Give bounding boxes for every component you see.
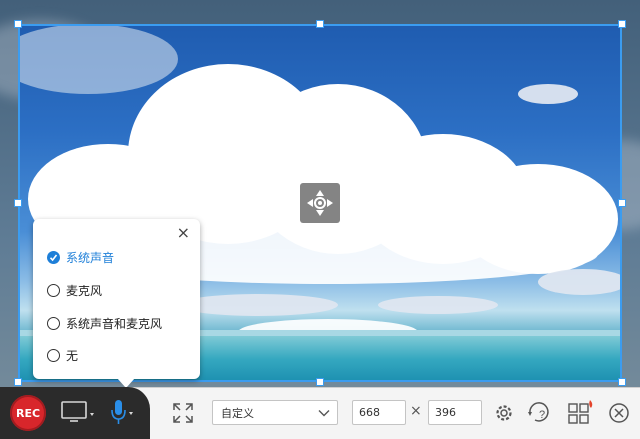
audio-option-system-sound[interactable]: 系统声音 xyxy=(47,249,114,266)
svg-text:?: ? xyxy=(539,409,545,421)
chevron-down-icon xyxy=(318,410,330,417)
rec-button[interactable]: REC xyxy=(10,395,46,431)
close-icon[interactable]: × xyxy=(177,225,190,241)
audio-source-popup: × 系统声音 麦克风 系统声音和麦克风 无 xyxy=(33,219,200,388)
close-toolbar-button[interactable] xyxy=(606,400,632,426)
move-icon xyxy=(307,190,333,216)
resize-handle-right[interactable] xyxy=(618,199,626,207)
resize-handle-top[interactable] xyxy=(316,20,324,28)
radio-icon xyxy=(47,317,60,330)
audio-option-label: 麦克风 xyxy=(66,284,103,298)
capture-mode-select[interactable]: 自定义 xyxy=(212,400,338,425)
resize-handle-bottom-left[interactable] xyxy=(14,378,22,386)
settings-button[interactable] xyxy=(492,401,516,425)
audio-option-none[interactable]: 无 xyxy=(47,347,78,364)
height-input[interactable]: 396 xyxy=(428,400,482,425)
resize-handle-top-right[interactable] xyxy=(618,20,626,28)
capture-mode-value: 自定义 xyxy=(221,406,254,420)
audio-option-microphone[interactable]: 麦克风 xyxy=(47,282,102,299)
move-handle[interactable] xyxy=(300,183,340,223)
grid-icon xyxy=(568,400,593,424)
width-input[interactable]: 668 xyxy=(352,400,406,425)
width-value: 668 xyxy=(359,406,380,419)
audio-option-label: 无 xyxy=(66,349,79,363)
times-symbol: × xyxy=(410,403,422,419)
audio-option-label: 系统声音 xyxy=(66,251,115,265)
microphone-icon xyxy=(111,400,133,424)
audio-option-system-and-microphone[interactable]: 系统声音和麦克风 xyxy=(47,315,162,332)
fullscreen-button[interactable] xyxy=(170,400,196,426)
microphone-button[interactable] xyxy=(108,396,138,428)
radio-icon xyxy=(47,284,60,297)
screen-select-button[interactable] xyxy=(60,399,98,425)
resize-handle-left[interactable] xyxy=(14,199,22,207)
help-button[interactable]: ? xyxy=(526,400,558,426)
audio-option-label: 系统声音和麦克风 xyxy=(66,317,163,331)
gear-icon xyxy=(496,405,512,421)
resize-handle-bottom[interactable] xyxy=(316,378,324,386)
height-value: 396 xyxy=(435,406,456,419)
checkmark-icon xyxy=(47,251,60,264)
resize-handle-top-left[interactable] xyxy=(14,20,22,28)
radio-icon xyxy=(47,349,60,362)
monitor-icon xyxy=(61,401,94,422)
close-circle-icon xyxy=(609,403,629,423)
fullscreen-icon xyxy=(173,403,193,423)
help-icon: ? xyxy=(528,402,549,422)
toolbox-button[interactable] xyxy=(566,398,596,426)
resize-handle-bottom-right[interactable] xyxy=(618,378,626,386)
